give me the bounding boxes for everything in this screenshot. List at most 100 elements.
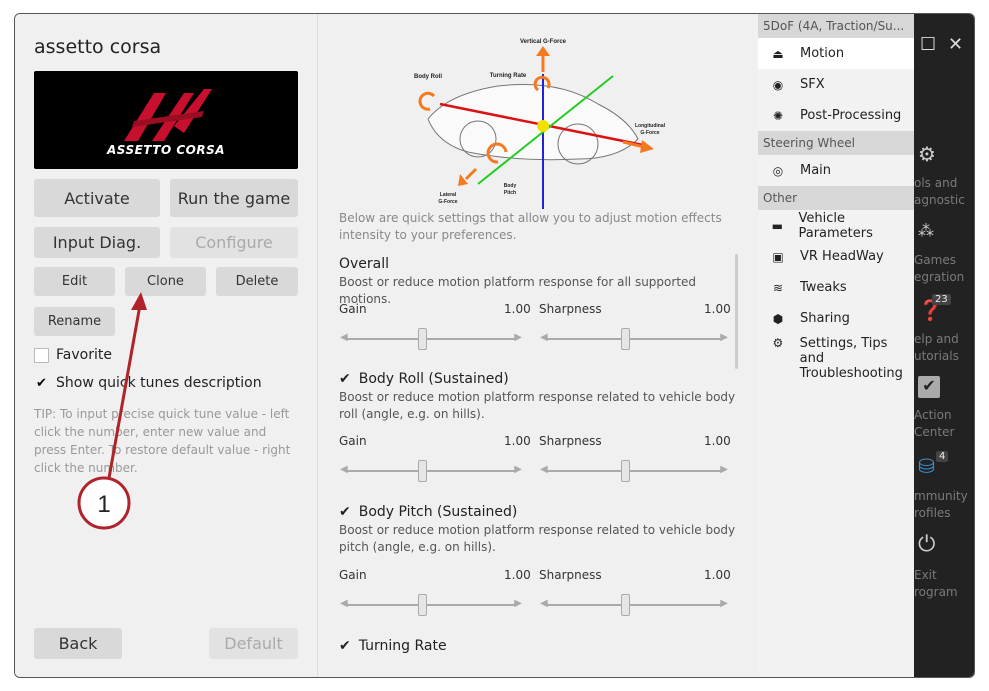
community-label-line-1: mmunity [914, 489, 968, 503]
tools-label-line-2: agnostic [914, 193, 965, 207]
close-icon[interactable]: ✕ [948, 34, 963, 55]
default-button[interactable]: Default [209, 628, 298, 659]
maximize-icon[interactable]: ☐ [920, 34, 936, 55]
slider-right-arrow-icon[interactable]: ▶ [720, 464, 728, 475]
back-button[interactable]: Back [34, 628, 122, 659]
run-game-button[interactable]: Run the game [170, 179, 298, 217]
power-icon[interactable]: ⏻ [918, 532, 935, 557]
show-quick-tunes-checkbox[interactable]: ✔ Show quick tunes description [34, 375, 262, 391]
overall-sharpness-value[interactable]: 1.00 [704, 302, 731, 316]
menu-item-label: Post-Processing [800, 108, 902, 123]
checkmark-icon[interactable]: ✔ [339, 371, 351, 387]
body-pitch-title-text: Body Pitch (Sustained) [358, 504, 518, 520]
slider-thumb[interactable] [418, 460, 428, 482]
menu-item-settings-tips[interactable]: ⚙ Settings, Tips and Troubleshooting [758, 334, 914, 381]
main-sidebar: ☐ ✕ ⚙ ols and agnostic ⁂ Games egration ❓ … [914, 14, 974, 677]
tip-text: TIP: To input precise quick tune value -… [34, 407, 291, 475]
edit-button[interactable]: Edit [34, 267, 115, 296]
checkmark-icon[interactable]: ✔ [34, 376, 49, 391]
favorite-box[interactable] [34, 347, 49, 363]
body-roll-sharpness-slider[interactable]: ◀ ▶ [540, 460, 728, 482]
sharpness-label: Sharpness [539, 302, 602, 316]
turning-rate-title[interactable]: ✔ Turning Rate [339, 638, 447, 654]
community-database-icon[interactable]: ⛁ [918, 454, 935, 478]
intro-text: Below are quick settings that allow you … [339, 211, 722, 242]
action-center-check-icon[interactable]: ✔ [918, 376, 940, 398]
slider-thumb[interactable] [418, 594, 428, 616]
slider-right-arrow-icon[interactable]: ▶ [514, 598, 522, 609]
game-logo: ASSETTO CORSA [34, 71, 298, 169]
checkmark-icon[interactable]: ✔ [339, 638, 351, 654]
slider-right-arrow-icon[interactable]: ▶ [514, 464, 522, 475]
body-roll-title[interactable]: ✔ Body Roll (Sustained) [339, 371, 509, 387]
checkmark-icon[interactable]: ✔ [339, 504, 351, 520]
configure-button[interactable]: Configure [170, 227, 298, 258]
body-pitch-sharpness-value[interactable]: 1.00 [704, 568, 731, 582]
slider-right-arrow-icon[interactable]: ▶ [514, 332, 522, 343]
menu-item-vr-headway[interactable]: ▣ VR HeadWay [758, 241, 914, 272]
overall-gain-slider[interactable]: ◀ ▶ [340, 328, 522, 350]
community-profiles-label[interactable]: mmunity rofiles [914, 488, 974, 522]
body-roll-title-text: Body Roll (Sustained) [358, 371, 509, 387]
body-roll-sharpness-value[interactable]: 1.00 [704, 434, 731, 448]
overall-gain-value[interactable]: 1.00 [504, 302, 531, 316]
help-tutorials-label[interactable]: elp and utorials [914, 331, 974, 365]
menu-item-label: Motion [800, 46, 845, 61]
sharpness-label: Sharpness [539, 568, 602, 582]
car-icon: ▬ [771, 218, 783, 233]
menu-category-other: Other [758, 186, 914, 210]
clone-button[interactable]: Clone [125, 267, 206, 296]
lateral-label-2: G-Force [438, 199, 457, 205]
menu-item-motion[interactable]: ⏏ Motion [758, 38, 914, 69]
gears-icon: ⚙ [772, 336, 784, 350]
steering-wheel-icon: ◎ [772, 163, 784, 178]
tools-diagnostic-label[interactable]: ols and agnostic [914, 175, 974, 209]
settings-label-line-2: Troubleshooting [799, 366, 903, 381]
delete-button[interactable]: Delete [216, 267, 298, 296]
menu-item-sharing[interactable]: ⬢ Sharing [758, 303, 914, 334]
vr-headset-icon: ▣ [772, 249, 784, 264]
body-pitch-gain-slider[interactable]: ◀ ▶ [340, 594, 522, 616]
input-diag-button[interactable]: Input Diag. [34, 227, 160, 258]
help-label-line-2: utorials [914, 349, 959, 363]
action-label-line-1: Action [914, 408, 952, 422]
games-integration-icon[interactable]: ⁂ [918, 221, 934, 240]
sharpness-label: Sharpness [539, 434, 602, 448]
show-quick-tunes-label: Show quick tunes description [56, 375, 262, 391]
slider-thumb[interactable] [621, 328, 631, 350]
menu-item-tweaks[interactable]: ≋ Tweaks [758, 272, 914, 303]
exit-label-line-2: rogram [914, 585, 958, 599]
slider-thumb[interactable] [621, 594, 631, 616]
slider-thumb[interactable] [621, 460, 631, 482]
scrollbar[interactable] [735, 254, 738, 369]
slider-thumb[interactable] [418, 328, 428, 350]
menu-item-post-processing[interactable]: ✺ Post-Processing [758, 100, 914, 131]
activate-button[interactable]: Activate [34, 179, 160, 217]
body-roll-gain-slider[interactable]: ◀ ▶ [340, 460, 522, 482]
overall-title: Overall [339, 256, 390, 272]
games-integration-label[interactable]: Games egration [914, 252, 974, 286]
menu-item-vehicle-parameters[interactable]: ▬ Vehicle Parameters [758, 210, 914, 241]
menu-item-sfx[interactable]: ◉ SFX [758, 69, 914, 100]
menu-item-label: VR HeadWay [800, 249, 884, 264]
slider-right-arrow-icon[interactable]: ▶ [720, 598, 728, 609]
action-center-label[interactable]: Action Center [914, 407, 974, 441]
overall-sharpness-slider[interactable]: ◀ ▶ [540, 328, 728, 350]
body-pitch-gain-value[interactable]: 1.00 [504, 568, 531, 582]
menu-item-label: Sharing [800, 311, 850, 326]
body-pitch-title[interactable]: ✔ Body Pitch (Sustained) [339, 504, 517, 520]
rename-button[interactable]: Rename [34, 307, 115, 336]
slider-right-arrow-icon[interactable]: ▶ [720, 332, 728, 343]
menu-category-steering: Steering Wheel [758, 131, 914, 155]
games-label-line-1: Games [914, 253, 956, 267]
body-roll-gain-value[interactable]: 1.00 [504, 434, 531, 448]
lateral-label-1: Lateral [440, 192, 457, 198]
menu-item-main[interactable]: ◎ Main [758, 155, 914, 186]
gain-label: Gain [339, 568, 367, 582]
tools-gear-icon[interactable]: ⚙ [918, 142, 936, 166]
favorite-checkbox[interactable]: Favorite [34, 347, 112, 363]
body-pitch-sharpness-slider[interactable]: ◀ ▶ [540, 594, 728, 616]
community-label-line-2: rofiles [914, 506, 951, 520]
exit-program-label[interactable]: Exit rogram [914, 567, 974, 601]
exit-label-line-1: Exit [914, 568, 937, 582]
